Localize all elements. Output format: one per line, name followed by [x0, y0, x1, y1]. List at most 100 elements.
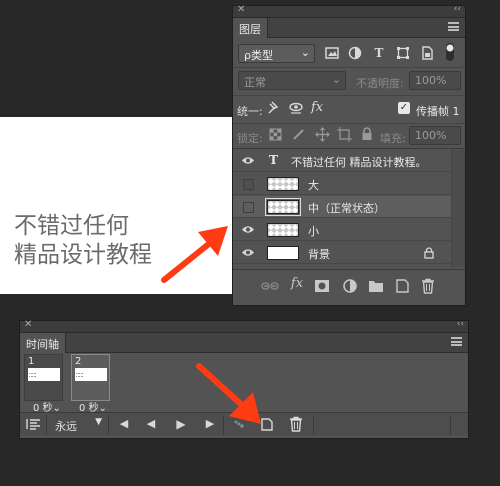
- link-layers-icon[interactable]: [261, 278, 279, 294]
- new-layer-icon[interactable]: [393, 278, 411, 294]
- close-icon[interactable]: ✕: [24, 319, 32, 330]
- layer-thumbnail: [265, 198, 301, 216]
- divider: [233, 269, 465, 270]
- layers-panel-titlebar: ✕ ‹‹: [233, 4, 465, 18]
- layer-style-icon[interactable]: fx: [288, 276, 306, 292]
- divider: [233, 148, 465, 149]
- divider: [46, 415, 47, 435]
- timeline-titlebar: ✕ ‹‹: [20, 319, 468, 333]
- layer-name: 不错过任何 精品设计教程。: [291, 156, 427, 169]
- lock-icon: [424, 247, 434, 259]
- tab-layers[interactable]: 图层: [233, 18, 268, 38]
- layer-name: 大: [308, 179, 319, 192]
- annotation-arrow: [196, 363, 261, 424]
- layer-thumbnail: [267, 223, 299, 237]
- lock-pixels-icon[interactable]: [292, 128, 305, 141]
- canvas-text-line2: 精品设计教程: [14, 242, 152, 268]
- shape-filter-icon[interactable]: [396, 46, 410, 60]
- fill-label: 填充:: [380, 132, 406, 145]
- layer-name: 小: [308, 225, 319, 238]
- layer-name: 中（正常状态）: [308, 202, 385, 215]
- delete-layer-icon[interactable]: [419, 278, 437, 294]
- unify-visibility-icon[interactable]: [288, 101, 304, 115]
- chevron-down-icon: ⌄: [331, 73, 341, 86]
- layers-panel: ✕ ‹‹ 图层 ρ类型 ⌄ T 正常 ⌄ 不透明度: 100% 统一: fx ✓…: [232, 4, 466, 306]
- new-group-icon[interactable]: [367, 278, 385, 294]
- layers-scrollbar[interactable]: [451, 150, 465, 267]
- layer-row-large[interactable]: 大: [233, 173, 452, 195]
- annotation-arrow: [161, 226, 228, 283]
- opacity-field[interactable]: 100%: [409, 71, 461, 90]
- divider: [233, 95, 465, 96]
- dropdown-triangle-icon: ▼: [95, 417, 102, 427]
- opacity-label: 不透明度:: [356, 77, 404, 90]
- layer-thumbnail: [267, 177, 299, 191]
- text-filter-icon[interactable]: T: [372, 45, 386, 61]
- lock-label: 锁定:: [237, 132, 263, 145]
- chevron-down-icon: ⌄: [300, 46, 310, 59]
- collapse-icon[interactable]: ‹‹: [454, 4, 461, 14]
- layers-list: T 不错过任何 精品设计教程。 大 中（正常状态） 小 背景: [233, 150, 465, 267]
- eye-icon[interactable]: [241, 247, 255, 258]
- filter-toggle-icon[interactable]: [445, 42, 455, 62]
- adjustment-layer-icon[interactable]: [341, 278, 359, 294]
- eye-icon[interactable]: [241, 224, 255, 235]
- visibility-toggle[interactable]: [243, 179, 254, 190]
- unify-style-icon[interactable]: fx: [311, 100, 323, 115]
- frame-number: 1: [28, 356, 35, 367]
- lock-transparency-icon[interactable]: [269, 128, 282, 141]
- play-button[interactable]: ▶︎: [170, 416, 192, 432]
- fill-field[interactable]: 100%: [409, 126, 461, 145]
- panel-menu-icon[interactable]: [451, 337, 462, 346]
- lock-all-icon[interactable]: [361, 127, 373, 141]
- frame-thumbnail: [75, 368, 107, 381]
- blend-mode-select[interactable]: 正常 ⌄: [238, 71, 346, 90]
- divider: [233, 67, 465, 68]
- lock-position-icon[interactable]: [315, 127, 330, 142]
- propagate-label: 传播帧 1: [416, 105, 460, 118]
- propagate-checkbox[interactable]: ✓: [398, 102, 410, 114]
- canvas-text-line1: 不错过任何: [14, 213, 129, 239]
- visibility-toggle[interactable]: [243, 202, 254, 213]
- text-layer-icon: T: [269, 153, 278, 167]
- smart-object-filter-icon[interactable]: [420, 46, 434, 60]
- animation-frame[interactable]: 1: [24, 354, 63, 401]
- layer-row-background[interactable]: 背景: [233, 242, 452, 264]
- adjustment-filter-icon[interactable]: [348, 46, 362, 60]
- canvas-text: 不错过任何 精品设计教程: [14, 212, 152, 270]
- layer-thumbnail: [267, 246, 299, 260]
- loop-value: 永远: [55, 420, 77, 433]
- panel-menu-icon[interactable]: [448, 22, 459, 31]
- divider: [108, 415, 109, 435]
- frame-thumbnail: [28, 368, 60, 381]
- frame-number: 2: [75, 356, 82, 367]
- unify-position-icon[interactable]: [266, 101, 282, 115]
- first-frame-button[interactable]: ◀︎: [113, 416, 135, 432]
- layer-row-text[interactable]: T 不错过任何 精品设计教程。: [233, 150, 452, 172]
- timeline-tabrow: 时间轴: [20, 333, 468, 353]
- collapse-icon[interactable]: ‹‹: [457, 319, 464, 329]
- lock-artboard-icon[interactable]: [337, 127, 352, 142]
- divider: [450, 415, 451, 435]
- filter-label: ρ类型: [244, 49, 273, 62]
- image-filter-icon[interactable]: [325, 46, 339, 60]
- layer-filter-select[interactable]: ρ类型 ⌄: [238, 44, 315, 63]
- layer-row-small[interactable]: 小: [233, 219, 452, 241]
- blend-mode-value: 正常: [244, 76, 266, 89]
- eye-icon[interactable]: [241, 155, 255, 166]
- layer-row-medium[interactable]: 中（正常状态）: [233, 196, 452, 218]
- layers-tabrow: 图层: [233, 18, 465, 38]
- previous-frame-button[interactable]: ◀︎: [140, 416, 162, 432]
- divider: [313, 415, 314, 435]
- fill-value: 100%: [415, 129, 447, 142]
- add-mask-icon[interactable]: [313, 278, 331, 294]
- tab-timeline[interactable]: 时间轴: [20, 333, 66, 353]
- delete-frame-icon[interactable]: [285, 416, 307, 432]
- layer-name: 背景: [308, 248, 330, 261]
- close-icon[interactable]: ✕: [237, 4, 245, 15]
- animation-frame[interactable]: 2: [71, 354, 110, 401]
- loop-options-select[interactable]: 永远 ▼: [50, 416, 106, 433]
- unify-label: 统一:: [237, 105, 263, 118]
- divider: [233, 123, 465, 124]
- convert-to-video-timeline-icon[interactable]: [24, 416, 44, 432]
